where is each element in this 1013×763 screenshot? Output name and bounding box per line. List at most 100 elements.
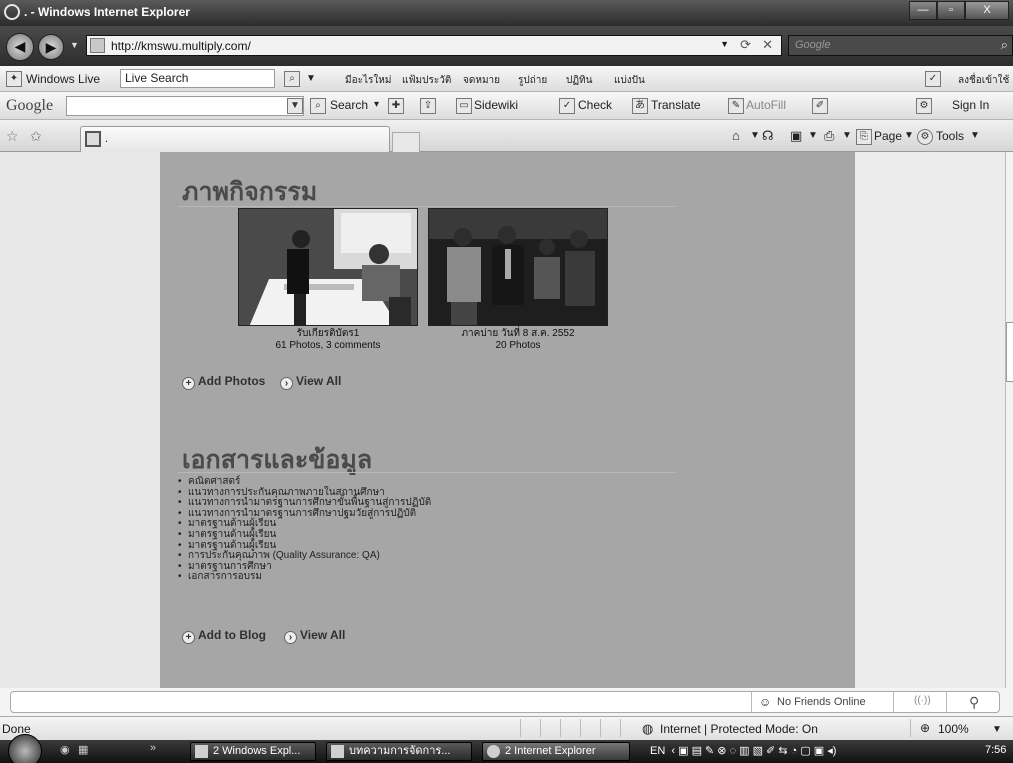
print-dropdown-icon[interactable]: ▼ [842,130,852,141]
scrollbar-thumb[interactable] [1006,322,1013,382]
album-caption-1: รับเกียรติบัตร1 61 Photos, 3 comments [228,328,428,352]
security-zone[interactable]: Internet | Protected Mode: On [660,722,818,736]
quick-launch-icon[interactable]: ▦ [78,743,88,756]
clock[interactable]: 7:56 [985,744,1006,756]
page-viewport: ภาพกิจกรรม รับเกียรติบัตร1 61 Photos, 3 … [0,152,1013,688]
show-desktop-icon[interactable]: ◉ [60,743,70,756]
recent-pages-dropdown[interactable]: ▼ [70,40,79,50]
friends-bar: ☺ No Friends Online ((·)) ⚲ [10,691,1000,713]
tab-current[interactable]: . [80,126,390,152]
live-search-dropdown-icon[interactable]: ▼ [306,73,316,84]
search-field[interactable]: Google ⌕ [788,35,1013,56]
pen-icon[interactable]: ✐ [812,98,828,114]
add-favorites-icon[interactable]: ✩ [30,128,42,145]
taskbar-button-document[interactable]: บทความการจัดการ... [326,742,472,761]
spellcheck-icon: ✓ [559,98,575,114]
checkmark-icon[interactable]: ✓ [925,71,941,87]
language-indicator[interactable]: EN [650,745,665,757]
home-icon[interactable]: ⌂ [732,128,740,143]
document-link[interactable]: มาตรฐานด้านผู้เรียน [178,529,431,541]
google-search-dropdown-icon[interactable]: ▼ [287,98,303,114]
taskbar-button-explorer[interactable]: 2 Windows Expl... [190,742,316,761]
live-menu-mail[interactable]: จดหมาย [463,73,500,88]
friends-bar-divider [893,692,894,712]
add-photos-link[interactable]: + Add Photos [182,374,265,390]
quick-launch-more-icon[interactable]: » [150,742,156,754]
check-button[interactable]: Check [578,98,612,112]
share-icon[interactable]: ⇪ [420,98,436,114]
stop-icon[interactable]: ✕ [762,37,773,53]
tools-dropdown-icon[interactable]: ▼ [970,130,980,141]
zoom-dropdown-icon[interactable]: ▼ [992,724,1002,735]
mail-dropdown-icon[interactable]: ▼ [808,130,818,141]
window-controls: — ▫ X [909,1,1009,21]
page-menu[interactable]: Page [874,129,902,143]
new-tab-button[interactable] [392,132,420,152]
windows-live-brand[interactable]: Windows Live [26,72,100,86]
start-button[interactable] [8,734,42,763]
album-title[interactable]: รับเกียรติบัตร1 [228,328,428,340]
url-dropdown-icon[interactable]: ▼ [720,39,729,49]
url-text[interactable]: http://kmswu.multiply.com/ [111,39,251,53]
maximize-button[interactable]: ▫ [937,1,965,20]
page-dropdown-icon[interactable]: ▼ [904,130,914,141]
favorites-star-icon[interactable]: ☆ [6,128,19,145]
add-to-blog-label: Add to Blog [198,628,266,642]
read-mail-icon[interactable]: ▣ [790,128,802,144]
puzzle-icon[interactable]: ✚ [388,98,404,114]
add-to-blog-link[interactable]: + Add to Blog [182,628,266,644]
zoom-level[interactable]: 100% [938,722,969,736]
translate-button[interactable]: Translate [651,98,701,112]
home-dropdown-icon[interactable]: ▼ [750,130,760,141]
autofill-icon: ✎ [728,98,744,114]
live-search-go-icon[interactable]: ⌕ [284,71,300,87]
google-search-input[interactable]: ▼ [66,96,304,116]
refresh-icon[interactable]: ⟳ [740,37,751,53]
document-link[interactable]: คณิตศาสตร์ [178,476,431,488]
album-title[interactable]: ภาคบ่าย วันที่ 8 ส.ค. 2552 [418,328,618,340]
minimize-button[interactable]: — [909,1,937,20]
forward-button[interactable]: ▶ [38,34,64,60]
google-search-dropdown-arrow[interactable]: ▾ [374,99,379,110]
taskbar-button-label: บทความการจัดการ... [349,745,451,757]
google-signin-button[interactable]: Sign In [952,98,989,112]
feeds-icon[interactable]: ☊ [762,128,774,144]
taskbar-button-ie[interactable]: 2 Internet Explorer [482,742,630,761]
status-divider [560,719,561,737]
tools-menu[interactable]: Tools [936,129,964,143]
friends-status[interactable]: No Friends Online [777,696,866,708]
vertical-scrollbar[interactable] [1005,152,1013,688]
live-menu-profile[interactable]: แฟ้มประวัติ [402,73,451,88]
tray-icons[interactable]: ‹ ▣ ▤ ✎ ⊗ ◌ ▥ ▧ ✐ ⇆ ◔ ▢ ▣ ◂) [668,745,836,757]
live-menu-whats-new[interactable]: มีอะไรใหม่ [345,73,391,88]
live-menu-share[interactable]: แบ่งปัน [614,73,645,88]
ie-icon [487,745,500,758]
signal-icon[interactable]: ((·)) [914,695,931,706]
search-icon[interactable]: ⌕ [1001,37,1008,53]
google-toolbar: Google ▼ ⌕ Search ▾ ✚ ⇪ ▭ Sidewiki ✓ Che… [0,92,1013,120]
album-photo-2[interactable] [428,208,608,326]
add-photos-label: Add Photos [198,374,266,388]
location-pin-icon[interactable]: ⚲ [969,694,979,711]
view-all-photos-link[interactable]: › View All [280,374,341,390]
live-search-input[interactable]: Live Search [120,69,275,88]
google-search-button[interactable]: Search [330,98,368,112]
close-button[interactable]: X [965,1,1009,20]
view-all-documents-link[interactable]: › View All [284,628,345,644]
autofill-button[interactable]: AutoFill [746,98,786,112]
sidewiki-icon: ▭ [456,98,472,114]
main-column: ภาพกิจกรรม รับเกียรติบัตร1 61 Photos, 3 … [160,152,855,688]
wrench-icon[interactable]: ⚙ [916,98,932,114]
live-menu-photos[interactable]: รูปถ่าย [518,73,547,88]
back-button[interactable]: ◀ [6,33,34,61]
status-divider [620,719,621,737]
album-photo-1[interactable] [238,208,418,326]
status-divider [540,719,541,737]
url-field[interactable]: http://kmswu.multiply.com/ ▼ ⟳ ✕ [86,35,782,56]
document-link[interactable]: เอกสารการอบรม [178,572,431,583]
print-icon[interactable]: ⎙ [824,128,834,144]
title-bar: . - Windows Internet Explorer — ▫ X [0,0,1013,26]
sidewiki-button[interactable]: Sidewiki [474,98,518,112]
live-signin-link[interactable]: ลงชื่อเข้าใช้ [958,73,1009,88]
live-menu-calendar[interactable]: ปฏิทิน [566,73,593,88]
